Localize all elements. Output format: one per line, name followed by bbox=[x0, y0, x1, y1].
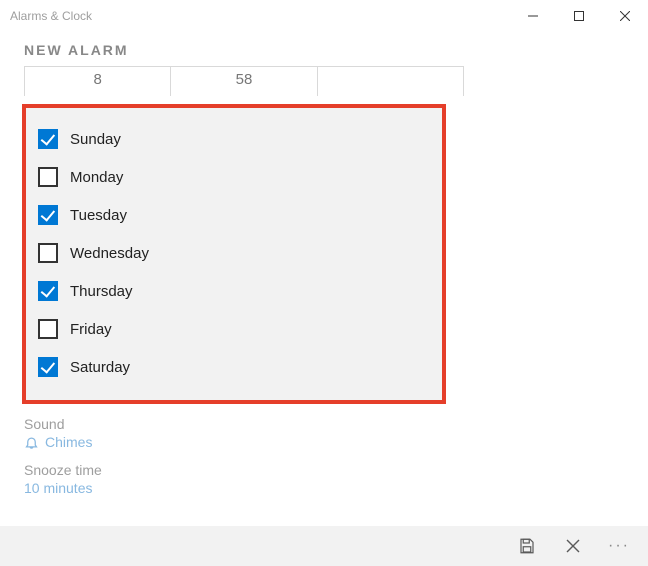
day-label: Wednesday bbox=[70, 245, 149, 262]
minimize-icon bbox=[528, 11, 538, 21]
day-checkbox[interactable] bbox=[38, 319, 58, 339]
close-button[interactable] bbox=[602, 0, 648, 32]
day-row[interactable]: Tuesday bbox=[38, 196, 430, 234]
command-bar: ··· bbox=[0, 526, 648, 566]
sound-value: Chimes bbox=[45, 434, 92, 450]
day-row[interactable]: Friday bbox=[38, 310, 430, 348]
minimize-button[interactable] bbox=[510, 0, 556, 32]
title-bar: Alarms & Clock bbox=[0, 0, 648, 32]
snooze-value: 10 minutes bbox=[24, 480, 92, 496]
day-checkbox[interactable] bbox=[38, 281, 58, 301]
day-checkbox[interactable] bbox=[38, 357, 58, 377]
day-checkbox[interactable] bbox=[38, 167, 58, 187]
page-title: NEW ALARM bbox=[0, 32, 648, 66]
snooze-section: Snooze time 10 minutes bbox=[24, 462, 648, 496]
sound-section: Sound Chimes bbox=[24, 416, 648, 450]
day-row[interactable]: Wednesday bbox=[38, 234, 430, 272]
window-controls bbox=[510, 0, 648, 32]
more-button[interactable]: ··· bbox=[596, 526, 642, 566]
maximize-button[interactable] bbox=[556, 0, 602, 32]
day-row[interactable]: Sunday bbox=[38, 120, 430, 158]
sound-value-row[interactable]: Chimes bbox=[24, 434, 648, 450]
day-label: Saturday bbox=[70, 359, 130, 376]
cancel-icon bbox=[566, 539, 580, 553]
day-checkbox[interactable] bbox=[38, 129, 58, 149]
snooze-label: Snooze time bbox=[24, 462, 648, 478]
close-icon bbox=[620, 11, 630, 21]
repeat-days-panel: Sunday Monday Tuesday Wednesday Thursday Frid… bbox=[22, 104, 446, 404]
day-checkbox[interactable] bbox=[38, 205, 58, 225]
more-icon: ··· bbox=[608, 537, 630, 555]
save-button[interactable] bbox=[504, 526, 550, 566]
cancel-button[interactable] bbox=[550, 526, 596, 566]
snooze-value-row[interactable]: 10 minutes bbox=[24, 480, 648, 496]
day-label: Friday bbox=[70, 321, 112, 338]
time-hour[interactable]: 8 bbox=[25, 67, 170, 96]
maximize-icon bbox=[574, 11, 584, 21]
day-label: Thursday bbox=[70, 283, 133, 300]
bell-icon bbox=[24, 435, 39, 450]
day-row[interactable]: Thursday bbox=[38, 272, 430, 310]
day-label: Sunday bbox=[70, 131, 121, 148]
day-row[interactable]: Monday bbox=[38, 158, 430, 196]
day-checkbox[interactable] bbox=[38, 243, 58, 263]
window-title: Alarms & Clock bbox=[10, 9, 510, 23]
time-ampm[interactable] bbox=[317, 67, 463, 96]
day-label: Tuesday bbox=[70, 207, 127, 224]
save-icon bbox=[518, 537, 536, 555]
day-row[interactable]: Saturday bbox=[38, 348, 430, 386]
time-picker[interactable]: 8 58 bbox=[24, 66, 464, 96]
day-label: Monday bbox=[70, 169, 123, 186]
sound-label: Sound bbox=[24, 416, 648, 432]
time-minute[interactable]: 58 bbox=[170, 67, 316, 96]
